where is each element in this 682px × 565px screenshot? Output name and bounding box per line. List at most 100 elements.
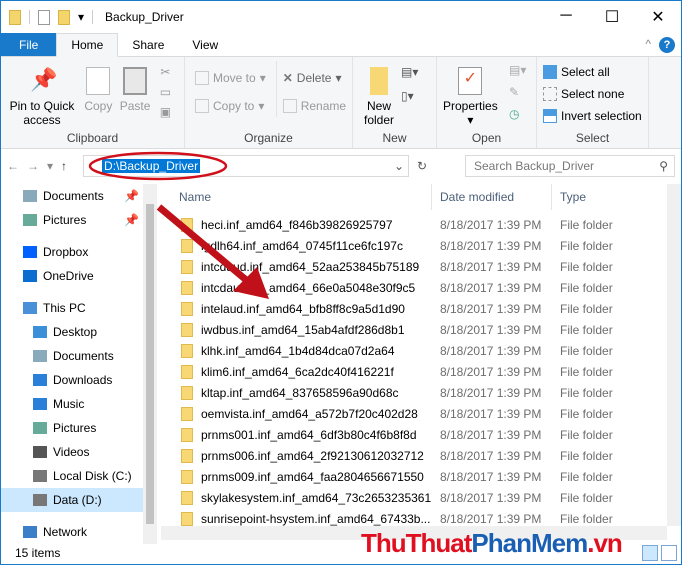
nav-item[interactable]: Music [1,392,157,416]
file-row[interactable]: iwdbus.inf_amd64_15ab4afdf286d8b1 8/18/20… [161,319,666,340]
file-name: sunrisepoint-hsystem.inf_amd64_67433b... [201,511,431,526]
file-name: kltap.inf_amd64_837658596a90d68c [201,385,399,400]
file-row[interactable]: kltap.inf_amd64_837658596a90d68c 8/18/201… [161,382,666,403]
file-row[interactable]: klhk.inf_amd64_1b4d84dca07d2a64 8/18/2017… [161,340,666,361]
nav-item[interactable]: Downloads [1,368,157,392]
close-button[interactable]: ✕ [635,7,681,27]
select-all-button[interactable]: Select all [543,61,644,83]
onedrive-icon [23,270,37,282]
maximize-button[interactable]: ☐ [589,7,635,27]
file-date: 8/18/2017 1:39 PM [440,364,542,379]
invert-selection-button[interactable]: Invert selection [543,105,644,127]
customize-quick-access-icon[interactable]: ▾ [78,10,84,24]
pin-icon: 📌 [30,67,58,92]
file-row[interactable]: prnms009.inf_amd64_faa2804656671550 8/18/… [161,466,666,487]
edit-icon[interactable]: ✎ [509,85,519,99]
copy-button[interactable]: Copy [84,61,112,113]
address-input[interactable]: D:\Backup_Driver ⌄ [83,151,410,181]
details-view-button[interactable] [642,545,658,561]
copy-path-icon[interactable]: ▭ [160,85,171,99]
nav-item-label: Network [43,525,88,539]
easy-access-icon[interactable]: ▯▾ [401,89,414,103]
nav-item[interactable]: Documents [1,344,157,368]
tab-share[interactable]: Share [118,33,178,56]
history-icon[interactable]: ◷ [509,107,519,121]
help-icon[interactable]: ? [659,37,675,53]
nav-item[interactable]: Network [1,520,157,544]
file-name: prnms001.inf_amd64_6df3b80c4f6b8f8d [201,427,417,442]
column-header-date[interactable]: Date modified [432,184,552,210]
folder-icon [181,364,193,379]
select-none-icon [543,87,557,101]
collapse-ribbon-icon[interactable]: ^ [645,37,651,51]
nav-item[interactable]: Pictures [1,416,157,440]
file-row[interactable]: prnms001.inf_amd64_6df3b80c4f6b8f8d 8/18/… [161,424,666,445]
minimize-button[interactable]: ─ [543,7,589,27]
address-dropdown-icon[interactable]: ⌄ [394,159,404,173]
search-input[interactable]: Search Backup_Driver ⚲ [465,155,675,177]
move-to-button[interactable]: Move to ▾ [195,67,266,89]
file-row[interactable]: skylakesystem.inf_amd64_73c2653235361...… [161,487,666,508]
nav-item-label: Videos [53,445,90,459]
file-row[interactable]: oemvista.inf_amd64_a572b7f20c402d28 8/18/… [161,403,666,424]
nav-item[interactable]: Documents 📌 [1,184,157,208]
desktop-icon [33,326,47,338]
select-none-button[interactable]: Select none [543,83,644,105]
ribbon: 📌 Pin to Quick access Copy Paste ✂ ▭ ▣ C… [1,57,681,149]
rename-button[interactable]: Rename [282,95,346,117]
nav-item[interactable]: Data (D:) [1,488,157,512]
pin-icon[interactable]: 📌 [124,213,139,227]
file-date: 8/18/2017 1:39 PM [440,259,542,274]
file-type: File folder [560,469,613,484]
delete-button[interactable]: ✕ Delete ▾ [283,67,346,89]
file-list-scrollbar[interactable] [667,184,681,526]
up-button[interactable]: ↑ [61,159,67,173]
file-name: iwdbus.inf_amd64_15ab4afdf286d8b1 [201,322,405,337]
large-icons-view-button[interactable] [661,545,677,561]
search-icon: ⚲ [659,159,668,173]
file-date: 8/18/2017 1:39 PM [440,406,542,421]
clipboard-group: 📌 Pin to Quick access Copy Paste ✂ ▭ ▣ C… [1,57,185,148]
pin-to-quick-access-button[interactable]: 📌 Pin to Quick access [7,61,77,127]
nav-item[interactable]: Local Disk (C:) [1,464,157,488]
nav-item[interactable]: Desktop [1,320,157,344]
nav-item[interactable]: Videos [1,440,157,464]
paste-shortcut-icon[interactable]: ▣ [160,105,171,119]
pin-icon[interactable]: 📌 [124,189,139,203]
cut-icon[interactable]: ✂ [160,65,170,79]
tab-home[interactable]: Home [56,33,119,57]
nav-item[interactable]: Pictures 📌 [1,208,157,232]
move-to-icon [195,71,209,85]
paste-button[interactable]: Paste [120,61,150,113]
file-date: 8/18/2017 1:39 PM [440,511,542,526]
new-item-icon[interactable]: ▤▾ [401,65,418,79]
tab-file[interactable]: File [1,33,57,56]
nav-item-label: Local Disk (C:) [53,469,132,483]
column-header-type[interactable]: Type [552,184,586,210]
folder-icon [9,9,21,25]
file-row[interactable]: prnms006.inf_amd64_2f92130612032712 8/18/… [161,445,666,466]
group-label: Open [471,131,502,145]
folder-icon [181,511,193,526]
network-icon [23,526,37,538]
tab-view[interactable]: View [178,33,232,56]
forward-button[interactable]: → [27,159,39,173]
new-folder-button[interactable]: New folder [359,61,399,127]
new-group: New folder ▤▾ ▯▾ New [353,57,437,148]
new-folder-quick-icon[interactable] [58,9,70,25]
properties-button[interactable]: ✓ Properties ▾ [443,61,498,127]
divider [29,10,30,24]
nav-item[interactable]: OneDrive [1,264,157,288]
ribbon-tabs: File Home Share View ^ ? [1,33,681,57]
clipboard-small-tools: ✂ ▭ ▣ [160,61,171,119]
recent-locations-icon[interactable]: ▾ [47,159,53,173]
refresh-button[interactable]: ↻ [417,159,427,173]
file-row[interactable]: klim6.inf_amd64_6ca2dc40f416221f 8/18/201… [161,361,666,382]
file-date: 8/18/2017 1:39 PM [440,217,542,232]
nav-item[interactable]: This PC [1,296,157,320]
nav-item[interactable]: Dropbox [1,240,157,264]
properties-quick-icon[interactable] [38,9,50,25]
back-button[interactable]: ← [7,159,19,173]
copy-to-button[interactable]: Copy to ▾ [195,95,266,117]
open-icon[interactable]: ▤▾ [509,63,526,77]
